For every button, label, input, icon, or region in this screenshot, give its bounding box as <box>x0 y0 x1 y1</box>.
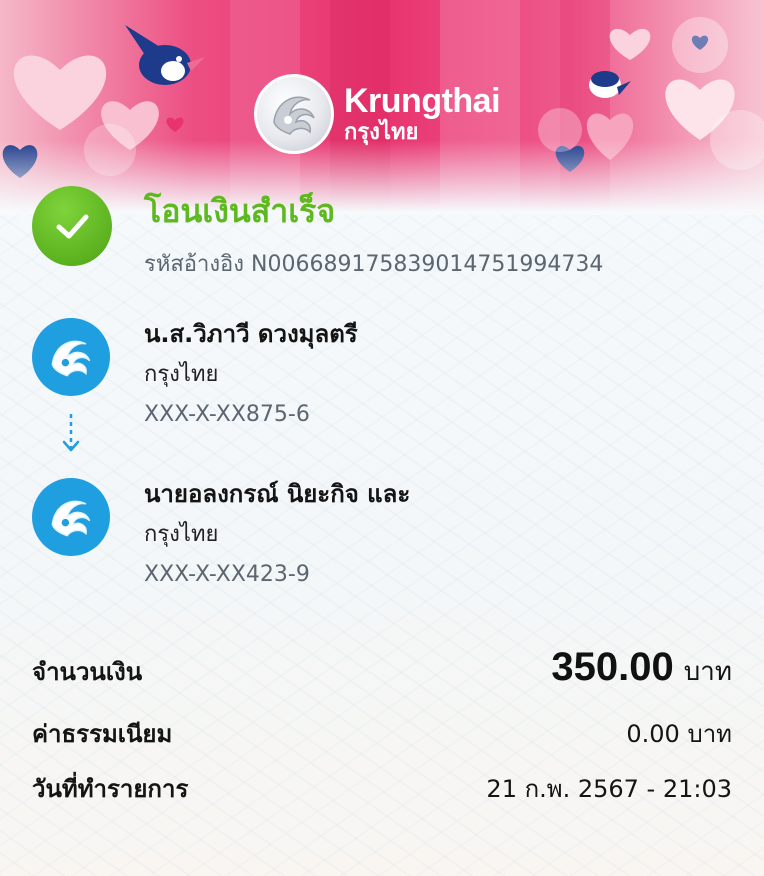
date-label: วันที่ทำรายการ <box>32 775 189 803</box>
fee-row: ค่าธรรมเนียม 0.00 บาท <box>32 714 732 753</box>
amount-value-group: 350.00 บาท <box>551 645 732 692</box>
transfer-status: โอนเงินสำเร็จ รหัสอ้างอิง N0066891758390… <box>32 186 603 281</box>
receiver-name: นายอลงกรณ์ นิยะกิจ และ <box>144 480 411 508</box>
header-banner: Krungthai กรุงไทย <box>0 0 764 215</box>
sender-name: น.ส.วิภาวี ดวงมุลตรี <box>144 320 358 348</box>
receiver-account: XXX-X-XX423-9 <box>144 562 310 587</box>
reference-number: รหัสอ้างอิง N006689175839014751994734 <box>144 252 604 277</box>
date-row: วันที่ทำรายการ 21 ก.พ. 2567 - 21:03 <box>32 769 732 808</box>
check-icon <box>32 186 112 266</box>
amount-label: จำนวนเงิน <box>32 658 143 686</box>
date-value: 21 ก.พ. 2567 - 21:03 <box>486 775 732 803</box>
fee-value: 0.00 บาท <box>626 720 732 748</box>
receiver-card: นายอลงกรณ์ นิยะกิจ และ กรุงไทย XXX-X-XX4… <box>32 478 410 590</box>
receiver-bank: กรุงไทย <box>144 522 219 547</box>
fee-label: ค่าธรรมเนียม <box>32 720 173 748</box>
arrow-down-icon <box>62 414 80 452</box>
bank-emblem-icon <box>254 74 334 154</box>
amount-row: จำนวนเงิน 350.00 บาท <box>32 645 732 692</box>
sender-bank-icon <box>32 318 110 396</box>
receiver-bank-icon <box>32 478 110 556</box>
amount-unit: บาท <box>683 657 732 687</box>
sender-account: XXX-X-XX875-6 <box>144 402 310 427</box>
sender-bank: กรุงไทย <box>144 362 219 387</box>
status-title: โอนเงินสำเร็จ <box>144 192 336 230</box>
brand-name-th: กรุงไทย <box>344 120 419 145</box>
amount-value: 350.00 <box>551 645 674 689</box>
brand-name-en: Krungthai <box>344 82 501 120</box>
krungthai-logo: Krungthai กรุงไทย <box>254 74 501 154</box>
